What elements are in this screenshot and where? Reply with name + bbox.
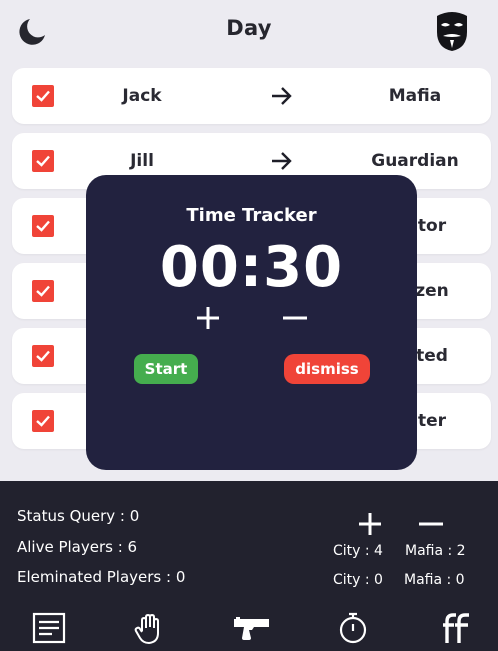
player-name: Jill — [130, 151, 154, 171]
check-icon — [36, 155, 50, 167]
player-checkbox[interactable] — [32, 280, 54, 302]
page-title: Day — [226, 16, 272, 40]
player-checkbox[interactable] — [32, 85, 54, 107]
city-count-top: City : 4 — [333, 543, 383, 559]
check-icon — [36, 415, 50, 427]
player-role: Guardian — [371, 151, 459, 171]
player-role: Mafia — [388, 86, 442, 106]
mask-icon[interactable] — [434, 10, 470, 52]
player-checkbox[interactable] — [32, 345, 54, 367]
player-checkbox[interactable] — [32, 410, 54, 432]
alive-players-text: Alive Players : 6 — [17, 538, 138, 556]
add-city-icon[interactable] — [357, 511, 383, 537]
notes-icon[interactable] — [32, 611, 66, 645]
stopwatch-icon[interactable] — [336, 611, 370, 645]
gun-icon[interactable] — [232, 611, 272, 645]
mafia-count-top: Mafia : 2 — [405, 543, 466, 559]
minus-icon[interactable] — [280, 303, 310, 333]
modal-title: Time Tracker — [186, 205, 317, 226]
ff-icon[interactable] — [440, 611, 474, 645]
check-icon — [36, 90, 50, 102]
hand-icon[interactable] — [133, 611, 167, 645]
dismiss-button[interactable]: dismiss — [284, 354, 370, 384]
arrow-right-icon — [272, 87, 292, 105]
bottom-panel: Status Query : 0 Alive Players : 6 Elemi… — [0, 481, 498, 651]
start-button[interactable]: Start — [134, 354, 198, 384]
eliminated-players-text: Eleminated Players : 0 — [17, 568, 186, 586]
player-row[interactable]: Jack Mafia — [12, 68, 491, 124]
timer-display: 00:30 — [159, 235, 344, 300]
player-checkbox[interactable] — [32, 215, 54, 237]
plus-icon[interactable] — [193, 303, 223, 333]
status-query-text: Status Query : 0 — [17, 507, 140, 525]
subtract-mafia-icon[interactable] — [418, 511, 444, 537]
check-icon — [36, 350, 50, 362]
check-icon — [36, 285, 50, 297]
time-tracker-modal: Time Tracker 00:30 Start dismiss — [86, 175, 417, 470]
city-count-bottom: City : 0 — [333, 572, 383, 588]
app-header: Day — [0, 0, 498, 62]
arrow-right-icon — [272, 152, 292, 170]
mafia-count-bottom: Mafia : 0 — [404, 572, 465, 588]
check-icon — [36, 220, 50, 232]
player-checkbox[interactable] — [32, 150, 54, 172]
player-name: Jack — [122, 86, 162, 106]
